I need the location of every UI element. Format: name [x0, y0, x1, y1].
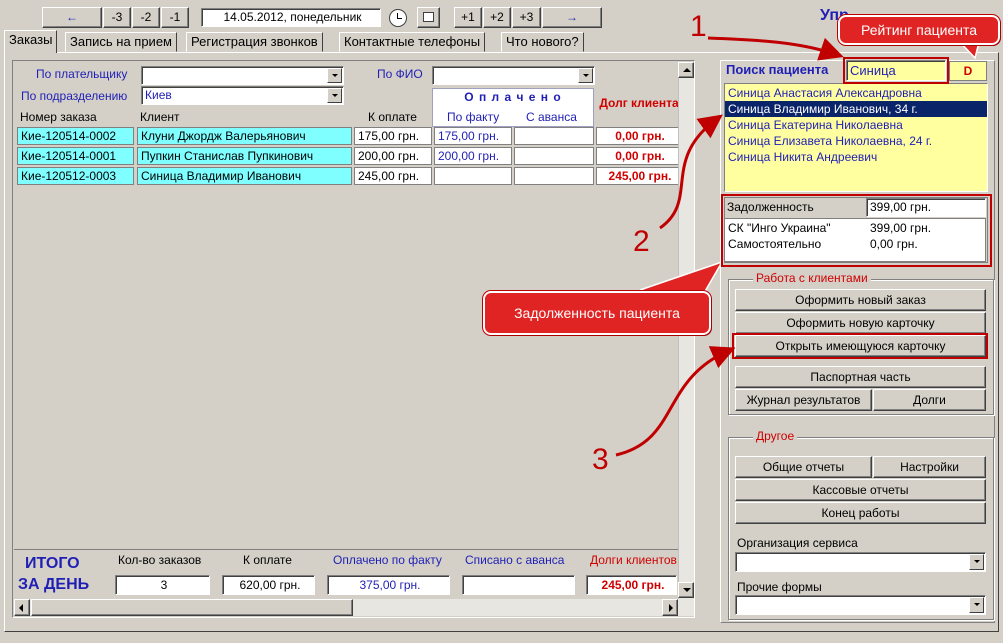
- annotation-number-1: 1: [690, 10, 707, 43]
- callout-rating: Рейтинг пациента: [838, 15, 1000, 45]
- callout-debt: Задолженность пациента: [483, 291, 711, 335]
- open-card-highlight-frame: [732, 333, 988, 359]
- tab-orders[interactable]: Заказы: [4, 30, 58, 53]
- rating-highlight-frame: [843, 57, 949, 84]
- annotation-number-2: 2: [633, 225, 650, 258]
- debt-highlight-frame: [721, 194, 992, 267]
- annotation-number-3: 3: [592, 443, 609, 476]
